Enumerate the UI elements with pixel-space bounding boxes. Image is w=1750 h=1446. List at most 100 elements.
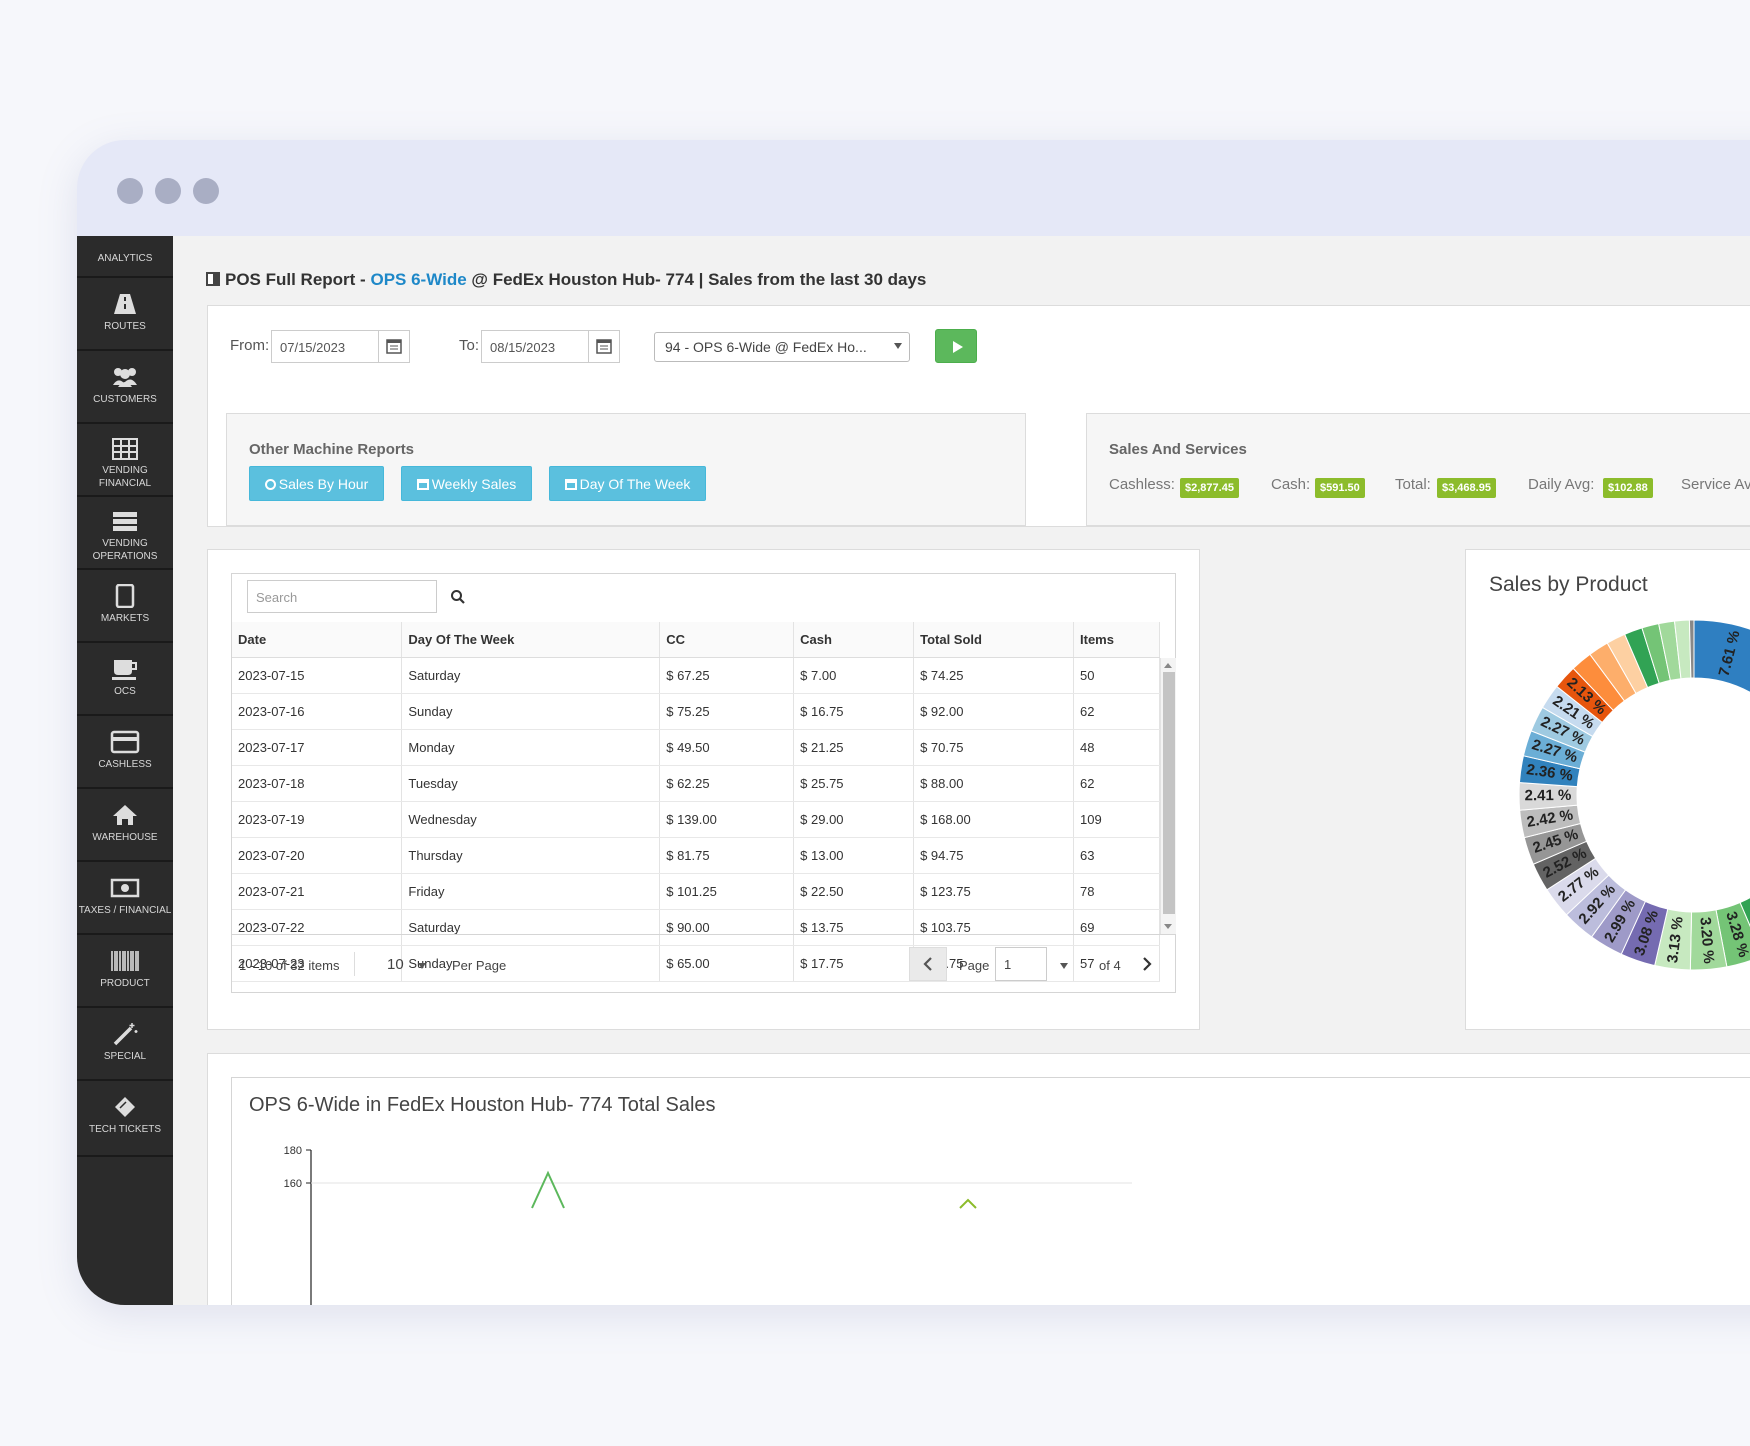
sidebar-item-analytics[interactable]: ANALYTICS — [77, 236, 173, 278]
sidebar-item-markets[interactable]: MARKETS — [77, 570, 173, 643]
cell-cc: $ 90.00 — [659, 909, 795, 946]
cell-cc: $ 75.25 — [659, 693, 795, 730]
cell-day: Monday — [401, 729, 661, 766]
table-row[interactable]: 2023-07-17 Monday $ 49.50 $ 21.25 $ 70.75 48 — [232, 729, 1160, 766]
server-icon — [113, 512, 137, 531]
cashless-label: Cashless: — [1109, 476, 1175, 493]
button-label: Weekly Sales — [431, 476, 517, 492]
sidebar-item-special[interactable]: SPECIAL — [77, 1008, 173, 1081]
scrollbar-thumb[interactable] — [1163, 672, 1175, 914]
column-header-cc[interactable]: CC — [659, 622, 795, 658]
window-control-dot[interactable] — [155, 178, 181, 204]
run-report-button[interactable] — [935, 329, 977, 363]
cell-cash: $ 21.25 — [793, 729, 915, 766]
column-header-total[interactable]: Total Sold — [913, 622, 1074, 658]
cell-items: 48 — [1073, 729, 1160, 766]
other-reports-heading: Other Machine Reports — [249, 441, 415, 458]
window-control-dot[interactable] — [117, 178, 143, 204]
scroll-up-icon[interactable] — [1164, 663, 1172, 668]
cell-total: $ 103.75 — [913, 909, 1074, 946]
total-badge: $3,468.95 — [1437, 478, 1496, 498]
column-header-day[interactable]: Day Of The Week — [401, 622, 661, 658]
cash-badge: $591.50 — [1315, 478, 1365, 498]
total-sales-panel: OPS 6-Wide in FedEx Houston Hub- 774 Tot… — [207, 1053, 1750, 1305]
cell-day: Sunday — [401, 693, 661, 730]
chevron-right-icon[interactable] — [1138, 954, 1156, 974]
cell-items: 50 — [1073, 657, 1160, 694]
daily-avg-badge: $102.88 — [1603, 478, 1653, 498]
table-row[interactable]: 2023-07-19 Wednesday $ 139.00 $ 29.00 $ 168.… — [232, 801, 1160, 838]
cashless-badge: $2,877.45 — [1180, 478, 1239, 498]
search-icon[interactable] — [450, 589, 466, 605]
pager-divider — [232, 934, 1176, 935]
sidebar-item-ocs[interactable]: OCS — [77, 643, 173, 716]
sidebar-item-tech-tickets[interactable]: TECH TICKETS — [77, 1081, 173, 1157]
sidebar-item-label: TECH TICKETS — [88, 1124, 162, 1135]
sidebar-item-vending-financial[interactable]: VENDING FINANCIAL — [77, 424, 173, 497]
per-page-value[interactable]: 10 — [387, 956, 404, 973]
table-row[interactable]: 2023-07-22 Saturday $ 90.00 $ 13.75 $ 103.75… — [232, 909, 1160, 946]
sales-by-product-panel: Sales by Product 7.61 %5.51 %4.84 %4.19 … — [1465, 549, 1750, 1030]
chevron-down-icon — [894, 343, 902, 349]
chevron-down-icon[interactable] — [418, 963, 426, 969]
page-number-input[interactable]: 1 — [995, 947, 1047, 981]
table-row[interactable]: 2023-07-16 Sunday $ 75.25 $ 16.75 $ 92.00 62 — [232, 693, 1160, 730]
sidebar-item-product[interactable]: PRODUCT — [77, 935, 173, 1008]
cell-cc: $ 65.00 — [659, 945, 795, 982]
table-row[interactable]: 2023-07-20 Thursday $ 81.75 $ 13.00 $ 94.75 6… — [232, 837, 1160, 874]
machine-link[interactable]: OPS 6-Wide — [370, 270, 466, 289]
cell-cash: $ 22.50 — [793, 873, 915, 910]
machine-select[interactable]: 94 - OPS 6-Wide @ FedEx Ho... — [654, 332, 910, 362]
page-total: of 4 — [1099, 958, 1121, 973]
total-sales-line-chart: 180 160 — [284, 1145, 1132, 1305]
cell-cc: $ 62.25 — [659, 765, 795, 802]
page-title: POS Full Report - OPS 6-Wide @ FedEx Hou… — [206, 270, 926, 290]
table-scrollbar[interactable] — [1160, 658, 1176, 934]
daily-sales-panel: Search Date Day Of The Week CC Cash Tota… — [207, 549, 1200, 1030]
cell-cc: $ 81.75 — [659, 837, 795, 874]
barcode-icon — [111, 951, 139, 971]
column-header-date[interactable]: Date — [232, 622, 403, 658]
app-window: ANALYTICS ROUTES CUSTOMERS VENDING FINAN… — [77, 140, 1750, 1305]
sidebar-item-routes[interactable]: ROUTES — [77, 278, 173, 351]
sidebar-item-label: MARKETS — [100, 613, 150, 624]
cell-cash: $ 13.75 — [793, 909, 915, 946]
title-prefix: POS Full Report - — [225, 270, 366, 289]
sidebar-item-cashless[interactable]: CASHLESS — [77, 716, 173, 789]
from-calendar-button[interactable] — [378, 330, 410, 363]
column-header-items[interactable]: Items — [1073, 622, 1160, 658]
to-calendar-button[interactable] — [588, 330, 620, 363]
prev-page-button[interactable] — [909, 947, 947, 981]
sidebar-item-label: TAXES / FINANCIAL — [78, 905, 172, 916]
daily-avg-label: Daily Avg: — [1528, 476, 1595, 493]
day-of-week-button[interactable]: Day Of The Week — [549, 466, 706, 501]
sidebar-item-taxes-financial[interactable]: TAXES / FINANCIAL — [77, 862, 173, 935]
sales-by-hour-button[interactable]: Sales By Hour — [249, 466, 384, 501]
per-page-label: Per Page — [452, 958, 507, 973]
cell-day: Saturday — [401, 909, 661, 946]
scroll-down-icon[interactable] — [1164, 924, 1172, 929]
cell-items: 62 — [1073, 765, 1160, 802]
chevron-down-icon[interactable] — [1060, 963, 1068, 969]
total-sales-chart-area: OPS 6-Wide in FedEx Houston Hub- 774 Tot… — [231, 1077, 1750, 1305]
table-row[interactable]: 2023-07-15 Saturday $ 67.25 $ 7.00 $ 74.25 50 — [232, 657, 1160, 694]
sidebar-item-warehouse[interactable]: WAREHOUSE — [77, 789, 173, 862]
to-date-input[interactable]: 08/15/2023 — [481, 330, 589, 363]
table-row[interactable]: 2023-07-21 Friday $ 101.25 $ 22.50 $ 123.75 7… — [232, 873, 1160, 910]
sidebar-item-customers[interactable]: CUSTOMERS — [77, 351, 173, 424]
sidebar-item-vending-operations[interactable]: VENDING OPERATIONS — [77, 497, 173, 570]
clock-icon — [264, 479, 276, 490]
cell-date: 2023-07-22 — [232, 909, 403, 946]
weekly-sales-button[interactable]: Weekly Sales — [401, 466, 532, 501]
window-control-dot[interactable] — [193, 178, 219, 204]
sales-line — [959, 1198, 977, 1209]
from-date-input[interactable]: 07/15/2023 — [271, 330, 379, 363]
cell-items: 78 — [1073, 873, 1160, 910]
search-input[interactable]: Search — [247, 580, 437, 613]
calendar-icon — [596, 339, 612, 354]
calendar-icon — [564, 479, 577, 490]
table-row[interactable]: 2023-07-18 Tuesday $ 62.25 $ 25.75 $ 88.00 62 — [232, 765, 1160, 802]
column-header-cash[interactable]: Cash — [793, 622, 915, 658]
money-icon — [110, 878, 140, 898]
sidebar-item-label: CUSTOMERS — [93, 394, 157, 405]
